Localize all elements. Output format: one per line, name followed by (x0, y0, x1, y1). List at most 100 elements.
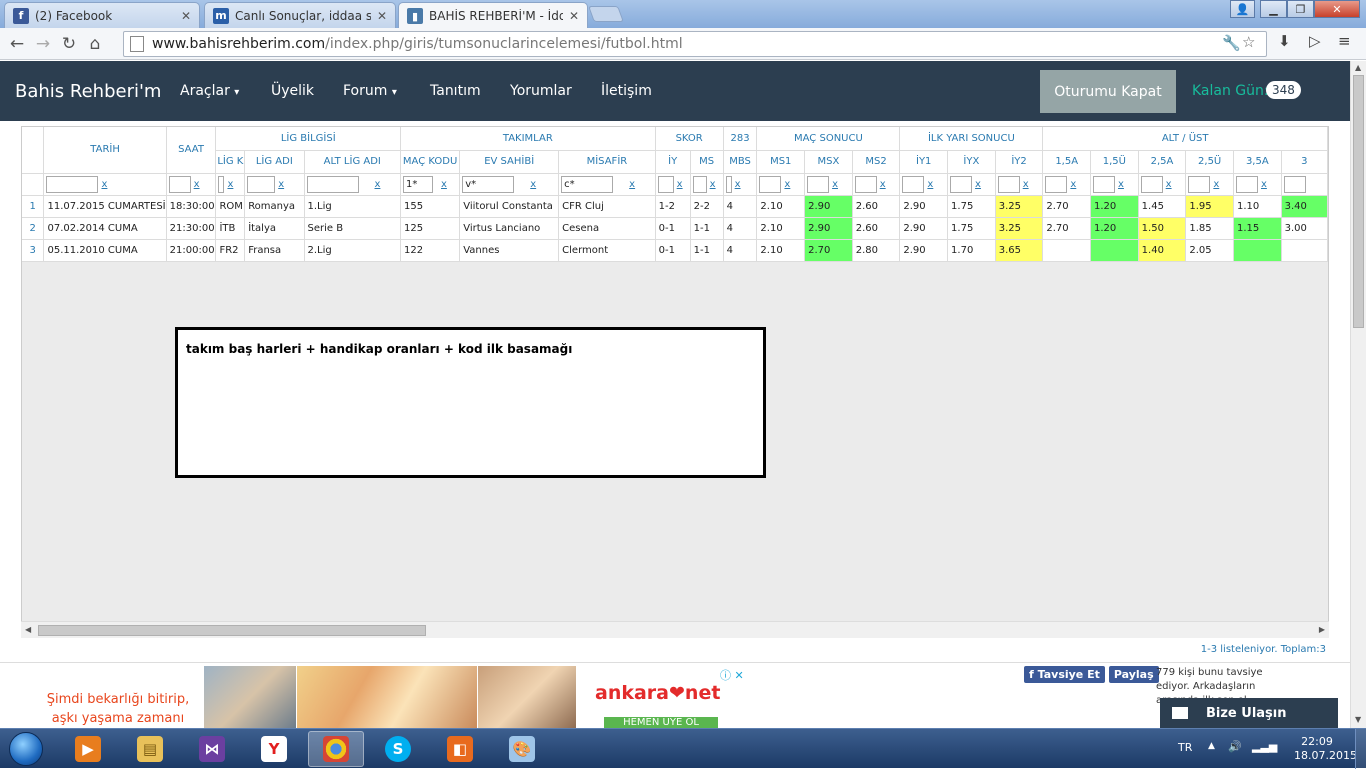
col-mbs[interactable]: MBS (723, 150, 758, 174)
filter-clear-link[interactable]: x (278, 179, 284, 190)
scrollbar-thumb[interactable] (38, 625, 426, 636)
tab-bahis-rehberim[interactable]: ▮ BAHİS REHBERİ'M - İddaa ✕ (398, 2, 588, 29)
menu-iletisim[interactable]: İletişim (601, 83, 652, 99)
filter-input-ms1[interactable] (759, 175, 782, 193)
filter-clear-link[interactable]: x (194, 179, 200, 190)
taskbar-app[interactable]: ◧ (432, 731, 488, 767)
filter-clear-link[interactable]: x (735, 179, 741, 190)
filter-input-1-5u[interactable] (1093, 175, 1116, 193)
new-tab-button[interactable] (588, 6, 624, 22)
filter-clear-link[interactable]: x (784, 179, 790, 190)
tab-canli-sonuclar[interactable]: m Canlı Sonuçlar, iddaa sonu ✕ (204, 2, 396, 28)
user-icon[interactable]: 👤 (1230, 0, 1255, 18)
home-icon[interactable]: ⌂ (82, 31, 108, 57)
menu-tanitim[interactable]: Tanıtım (430, 83, 481, 99)
filter-input-misafir[interactable]: c* (561, 175, 614, 193)
table-row[interactable]: 3 05.11.2010 CUMA 21:00:00 FR2 Fransa 2.… (22, 239, 1328, 262)
col-mac-kodu[interactable]: MAÇ KODU (400, 150, 461, 174)
col-ev-sahibi[interactable]: EV SAHİBİ (459, 150, 560, 174)
scrollbar-thumb[interactable] (1353, 75, 1364, 328)
play-icon[interactable]: ▷ (1309, 32, 1321, 50)
close-icon[interactable]: ✕ (569, 9, 579, 23)
advertisement-banner[interactable]: Şimdi bekarlığı bitirip, aşkı yaşama zam… (20, 666, 748, 729)
filter-clear-link[interactable]: x (880, 179, 886, 190)
filter-input-1-5a[interactable] (1045, 175, 1068, 193)
menu-uyelik[interactable]: Üyelik (271, 83, 314, 99)
filter-clear-link[interactable]: x (101, 179, 107, 190)
col-ms[interactable]: MS (690, 150, 724, 174)
filter-input-alt-lig[interactable] (306, 175, 359, 193)
language-indicator[interactable]: TR (1178, 741, 1192, 754)
ad-close-icon[interactable]: ⓘ ✕ (720, 667, 744, 683)
contact-button[interactable]: Bize Ulaşın (1160, 698, 1338, 728)
header-saat[interactable]: SAAT (166, 127, 217, 174)
header-tarih[interactable]: TARİH (43, 127, 167, 174)
facebook-share-button[interactable]: Paylaş (1108, 666, 1159, 683)
scroll-left-icon[interactable]: ◀ (25, 625, 31, 634)
filter-clear-link[interactable]: x (441, 179, 447, 190)
filter-input-lig-k[interactable] (218, 175, 225, 193)
filter-input-iy1[interactable] (902, 175, 925, 193)
filter-clear-link[interactable]: x (710, 179, 716, 190)
grid-horizontal-scrollbar[interactable]: ◀ ▶ (21, 621, 1329, 638)
filter-clear-link[interactable]: x (975, 179, 981, 190)
download-icon[interactable]: ⬇ (1278, 32, 1291, 50)
col-ms2[interactable]: MS2 (852, 150, 901, 174)
tab-facebook[interactable]: f (2) Facebook ✕ (4, 2, 200, 28)
col-1-5u[interactable]: 1,5Ü (1090, 150, 1139, 174)
network-icon[interactable]: ▂▃▅ (1252, 740, 1277, 753)
filter-clear-link[interactable]: x (227, 179, 233, 190)
filter-clear-link[interactable]: x (927, 179, 933, 190)
close-window-button[interactable]: ✕ (1314, 0, 1360, 18)
menu-icon[interactable]: ≡ (1338, 32, 1351, 50)
taskbar-explorer[interactable]: ▤ (122, 731, 178, 767)
filter-input-lig-adi[interactable] (247, 175, 276, 193)
filter-input-iyx[interactable] (950, 175, 973, 193)
col-1-5a[interactable]: 1,5A (1042, 150, 1092, 174)
filter-clear-link[interactable]: x (1213, 179, 1219, 190)
col-3-5a[interactable]: 3,5A (1233, 150, 1282, 174)
table-row[interactable]: 2 07.02.2014 CUMA 21:30:00 İTB İtalya Se… (22, 217, 1328, 240)
filter-input-ms[interactable] (692, 175, 707, 193)
filter-input-ms2[interactable] (854, 175, 877, 193)
close-icon[interactable]: ✕ (377, 9, 387, 23)
taskbar-yandex[interactable]: Y (246, 731, 302, 767)
filter-input-mac-kodu[interactable]: 1* (403, 175, 433, 193)
start-button[interactable] (2, 730, 50, 768)
maximize-button[interactable]: ❐ (1287, 0, 1314, 18)
bookmark-star-icon[interactable]: ☆ (1242, 33, 1255, 51)
col-msx[interactable]: MSX (804, 150, 853, 174)
filter-clear-link[interactable]: x (1023, 179, 1029, 190)
filter-input-2-5a[interactable] (1140, 175, 1163, 193)
col-iy[interactable]: İY (655, 150, 691, 174)
scroll-up-icon[interactable]: ▲ (1355, 63, 1361, 72)
col-iy2[interactable]: İY2 (995, 150, 1044, 174)
volume-icon[interactable]: 🔊 (1228, 740, 1242, 753)
taskbar-visual-studio[interactable]: ⋈ (184, 731, 240, 767)
filter-input-iy2[interactable] (997, 175, 1020, 193)
taskbar-skype[interactable]: S (370, 731, 426, 767)
col-lig-k[interactable]: LİG K (215, 150, 246, 174)
filter-clear-link[interactable]: x (1166, 179, 1172, 190)
show-hidden-icons[interactable]: ▲ (1208, 741, 1215, 751)
menu-yorumlar[interactable]: Yorumlar (510, 83, 572, 99)
page-scrollbar[interactable]: ▲ ▼ (1350, 61, 1366, 728)
site-brand[interactable]: Bahis Rehberi'm (15, 81, 161, 102)
filter-clear-link[interactable]: x (375, 179, 381, 190)
filter-clear-link[interactable]: x (1070, 179, 1076, 190)
filter-input-tarih[interactable] (46, 175, 99, 193)
filter-input-mbs[interactable] (725, 175, 732, 193)
col-misafir[interactable]: MİSAFİR (558, 150, 656, 174)
col-iyx[interactable]: İYX (947, 150, 996, 174)
close-icon[interactable]: ✕ (181, 9, 191, 23)
filter-input-3-5u[interactable] (1283, 175, 1306, 193)
filter-input-2-5u[interactable] (1188, 175, 1211, 193)
scroll-right-icon[interactable]: ▶ (1319, 625, 1325, 634)
filter-clear-link[interactable]: x (832, 179, 838, 190)
col-2-5a[interactable]: 2,5A (1138, 150, 1187, 174)
filter-input-3-5a[interactable] (1235, 175, 1258, 193)
col-ms1[interactable]: MS1 (756, 150, 806, 174)
back-icon[interactable]: ← (4, 31, 30, 57)
filter-input-msx[interactable] (807, 175, 830, 193)
show-desktop-button[interactable] (1355, 729, 1366, 769)
